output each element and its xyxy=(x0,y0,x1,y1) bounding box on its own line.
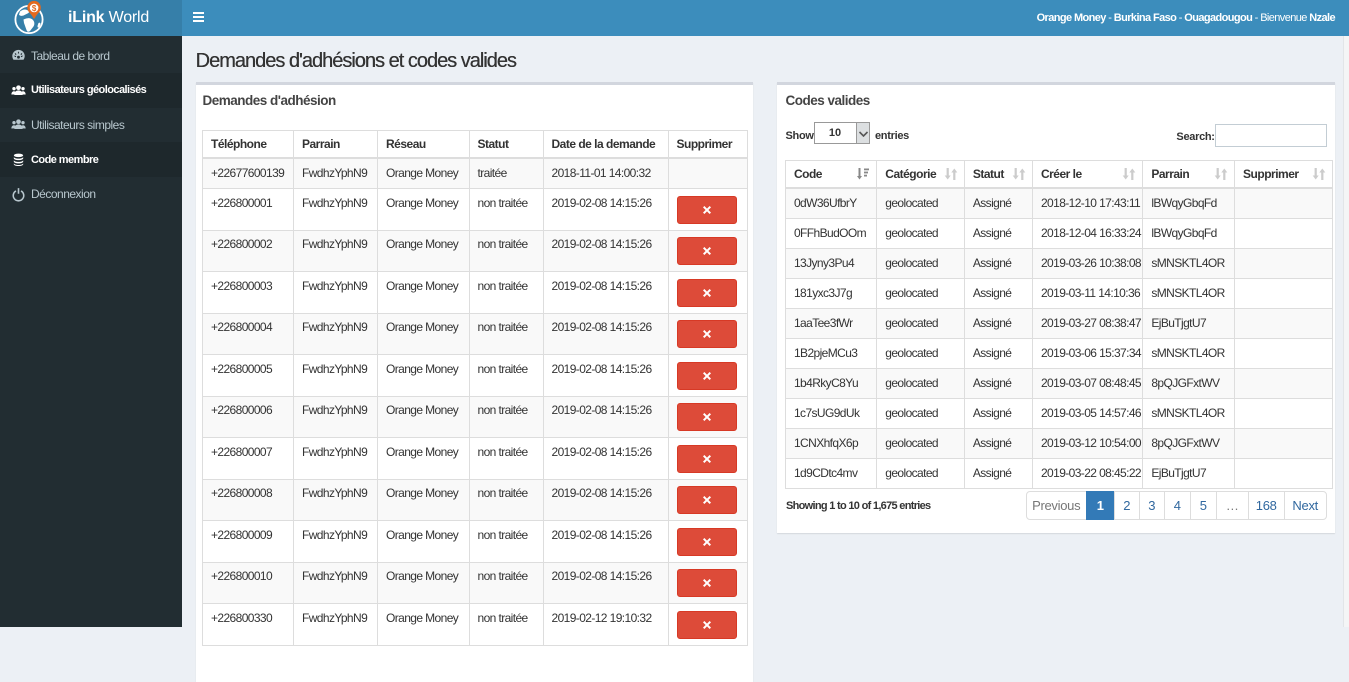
svg-text:$: $ xyxy=(32,4,37,13)
